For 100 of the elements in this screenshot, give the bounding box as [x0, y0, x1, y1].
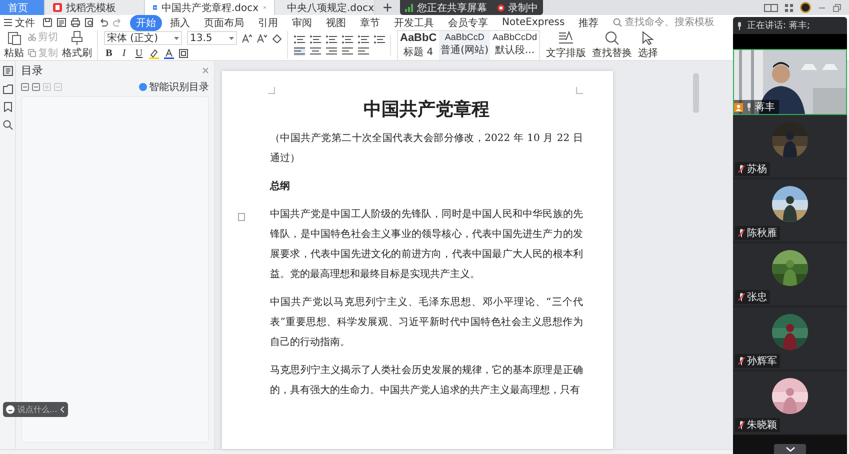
avatar-icon[interactable] [800, 2, 811, 13]
menu-tab[interactable]: 审阅 [286, 14, 318, 30]
style-name: 普通(网站) [440, 44, 488, 56]
menu-tab[interactable]: 章节 [354, 14, 386, 30]
paste-button[interactable]: 粘贴 [4, 30, 24, 60]
speaking-status: 正在讲话: 蒋丰; [747, 20, 810, 32]
participant-name-tag: 孙辉军 [735, 354, 780, 368]
border-icon[interactable] [179, 49, 188, 58]
shrink-font-icon[interactable] [257, 34, 267, 42]
style-option[interactable]: AaBbCcD 普通(网站) [438, 30, 490, 60]
align-icon[interactable] [310, 46, 321, 56]
font-dropdown[interactable]: 宋体 (正文) [104, 31, 182, 45]
search-field[interactable]: 查找命令、搜索模板 [612, 17, 721, 28]
list-icon[interactable] [294, 34, 305, 44]
menu-tab[interactable]: 页面布局 [198, 14, 250, 30]
list-icon[interactable] [310, 34, 321, 44]
menu-tab[interactable]: 推荐 [572, 14, 605, 30]
document-tab[interactable]: 中央八项规定.docx [275, 0, 375, 15]
menu-tab[interactable]: 会员专享 [442, 14, 494, 30]
participant-name-tag: 苏杨 [735, 162, 770, 176]
save-icon[interactable] [43, 18, 52, 27]
participant-tile[interactable]: 陈秋雁 [733, 179, 847, 243]
participant-tile[interactable]: 朱晓颖 [733, 371, 847, 435]
bookmark-icon[interactable] [4, 102, 12, 112]
collapse-icon[interactable] [32, 83, 40, 91]
style-name: 标题 4 [404, 46, 434, 58]
restore-icon[interactable] [833, 4, 841, 12]
list-icon[interactable] [374, 34, 385, 44]
sharing-label: 您正在共享屏幕 [417, 2, 487, 14]
add-tab-icon[interactable] [383, 3, 392, 12]
font-size-dropdown[interactable]: 13.5 [187, 31, 237, 45]
format-painter-button[interactable]: 格式刷 [62, 30, 92, 60]
participant-name-tag: 张忠 [735, 290, 770, 304]
section-heading: 总纲 [270, 180, 291, 194]
recording-label: 录制中 [497, 0, 538, 14]
outline-icon[interactable] [2, 66, 12, 76]
scrollbar[interactable] [693, 73, 699, 113]
highlight-icon[interactable] [149, 48, 159, 58]
align-icon[interactable] [358, 46, 369, 56]
menu-tab[interactable]: 引用 [252, 14, 284, 30]
copy-icon [28, 49, 36, 57]
expand-button[interactable] [774, 444, 806, 454]
align-icon[interactable] [342, 46, 353, 56]
participant-tile[interactable]: 孙辉军 [733, 307, 847, 371]
layout-icon[interactable] [764, 4, 778, 12]
font-color-icon[interactable] [164, 48, 174, 58]
participant-tile[interactable]: 苏杨 [733, 115, 847, 179]
format-button[interactable]: U [134, 48, 144, 59]
document-tab[interactable]: 中国共产党章程.docx [145, 0, 275, 15]
undo-icon[interactable] [99, 18, 108, 27]
grow-font-icon[interactable] [242, 34, 252, 42]
cursor-icon [642, 30, 654, 44]
scissors-icon [28, 33, 36, 41]
collapse-icon[interactable] [21, 83, 29, 91]
search-icon [612, 18, 622, 27]
document-icon [153, 3, 158, 12]
ribbon-tool-button[interactable]: 选择 [638, 30, 658, 60]
format-button[interactable]: I [119, 48, 129, 59]
align-icon[interactable] [326, 46, 337, 56]
menu-tab[interactable]: 开始 [130, 14, 162, 30]
format-button[interactable]: B [104, 48, 114, 59]
text-layout-icon [559, 30, 574, 44]
template-icon [53, 3, 62, 12]
style-option[interactable]: AaBbC 标题 4 [398, 30, 439, 60]
voice-assistant-bar[interactable]: 说点什么... [3, 402, 68, 417]
ribbon-tool-button[interactable]: 文字排版 [546, 30, 586, 60]
folder-icon[interactable] [2, 84, 12, 94]
ribbon-tool-button[interactable]: 查找替换 [592, 30, 632, 60]
microphone-icon [737, 22, 742, 30]
presenter-name-tag: 蒋丰 [734, 100, 779, 114]
grid-icon[interactable] [785, 4, 793, 12]
list-icon[interactable] [342, 34, 353, 44]
participant-name-tag: 朱晓颖 [735, 418, 780, 432]
record-icon [497, 4, 505, 12]
list-icon[interactable] [326, 34, 337, 44]
style-sample: AaBbC [400, 32, 437, 44]
chevron-down-icon [786, 446, 794, 452]
search-icon [605, 30, 620, 44]
preview-icon[interactable] [85, 18, 94, 27]
menu-tab[interactable]: 开发工具 [388, 14, 440, 30]
clipboard-icon [8, 30, 20, 44]
menu-tab[interactable]: 视图 [320, 14, 352, 30]
body-paragraph: 中国共产党是中国工人阶级的先锋队，同时是中国人民和中华民族的先锋队，是中国特色社会主义事业的领导核心，代表中国先进生产力的发展要求，代表中国先进文化的前进方向，代表中国最广大人民的根本利益。党的最高理想和最终目标是实现共产主义。 [270, 208, 583, 282]
file-menu[interactable]: 文件 [4, 16, 35, 30]
chevron-left-icon[interactable] [60, 406, 65, 413]
list-icon[interactable] [358, 34, 369, 44]
caret-icon [174, 36, 179, 40]
menu-tab[interactable]: NoteExpress [496, 16, 571, 29]
print-icon[interactable] [71, 18, 80, 27]
style-option[interactable]: AaBbCcDd 默认段... [490, 30, 540, 60]
smart-toc-button[interactable]: 智能识别目录 [139, 80, 209, 94]
search-icon[interactable] [2, 120, 12, 130]
close-icon[interactable] [202, 67, 209, 74]
align-icon[interactable] [294, 46, 305, 56]
style-sample: AaBbCcD [444, 32, 484, 42]
participant-tile[interactable]: 张忠 [733, 243, 847, 307]
menu-tab[interactable]: 插入 [164, 14, 196, 30]
document-title: 中国共产党章程 [362, 98, 490, 121]
body-paragraph: 中国共产党以马克思列宁主义、毛泽东思想、邓小平理论、“三个代表”重要思想、科学发展观、习近平新时代中国特色社会主义思想作为自己的行动指南。 [270, 296, 583, 350]
document-tab[interactable]: 找稻壳模板 [45, 0, 145, 15]
